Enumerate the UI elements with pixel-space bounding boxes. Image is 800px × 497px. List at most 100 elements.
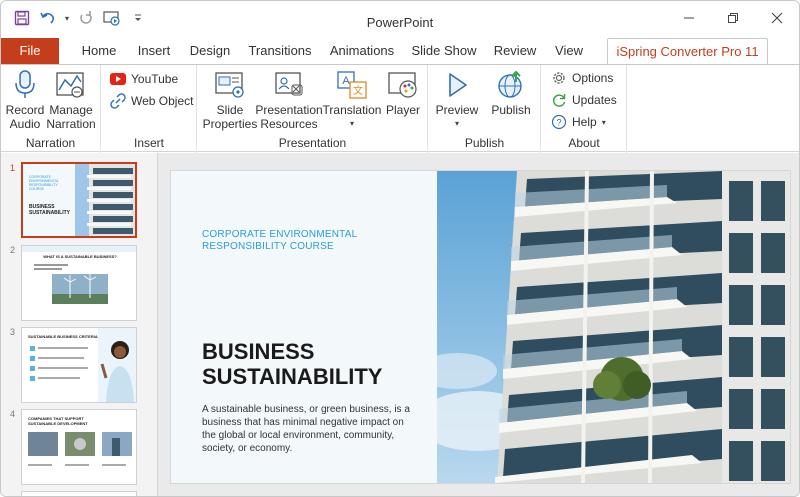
slide-thumbnails-pane[interactable]: 1 CORPORATE ENVIRONMENTAL RESPONSIBILITY… — [1, 153, 158, 496]
group-label-insert: Insert — [133, 136, 164, 150]
player-button[interactable]: Player — [382, 69, 424, 117]
current-slide[interactable]: CORPORATE ENVIRONMENTAL RESPONSIBILITY C… — [171, 171, 790, 483]
close-icon[interactable] — [769, 9, 785, 27]
thumb-3-person-image — [98, 328, 136, 402]
help-button[interactable]: ? Help ▾ — [551, 114, 606, 130]
tab-insert[interactable]: Insert — [135, 38, 173, 64]
workspace: 1 CORPORATE ENVIRONMENTAL RESPONSIBILITY… — [1, 153, 799, 496]
translation-dropdown-icon: ▾ — [349, 119, 354, 128]
group-label-presentation: Presentation — [278, 136, 347, 150]
slide-properties-label-line2: Properties — [202, 117, 258, 131]
thumb-number-4: 4 — [10, 409, 16, 419]
updates-button[interactable]: Updates — [551, 92, 617, 108]
slide-thumbnail-5[interactable] — [21, 491, 137, 496]
preview-button[interactable]: Preview ▾ — [433, 69, 481, 131]
options-button[interactable]: Options — [551, 70, 613, 86]
group-publish: Preview ▾ Publish Publish — [429, 65, 541, 153]
player-label: Player — [385, 103, 420, 117]
youtube-button[interactable]: YouTube — [110, 71, 178, 87]
refresh-icon — [551, 92, 567, 108]
slide-thumbnail-3[interactable]: SUSTAINABLE BUSINESS CRITERIA — [21, 327, 137, 403]
record-audio-button[interactable]: Record Audio — [5, 69, 45, 131]
building-photo[interactable] — [437, 171, 790, 483]
thumb-1-building-image — [75, 164, 135, 236]
thumb-number-2: 2 — [10, 245, 16, 255]
translation-icon: A文 — [336, 69, 368, 101]
link-icon — [110, 93, 126, 109]
group-label-narration: Narration — [25, 136, 76, 150]
group-insert: YouTube Web Object Insert — [102, 65, 197, 153]
svg-text:文: 文 — [353, 84, 363, 97]
slide-properties-icon — [214, 69, 246, 101]
tab-slide-show[interactable]: Slide Show — [411, 38, 477, 64]
preview-label: Preview — [435, 103, 479, 117]
svg-text:?: ? — [556, 118, 561, 128]
play-icon — [441, 69, 473, 101]
slide-properties-label-line1: Slide — [216, 103, 244, 117]
restore-icon[interactable] — [725, 9, 741, 27]
options-label: Options — [572, 71, 614, 85]
minimize-icon[interactable] — [681, 9, 697, 27]
app-title: PowerPoint — [366, 15, 434, 30]
tab-file[interactable]: File — [1, 38, 59, 64]
preview-dropdown-icon: ▾ — [454, 119, 459, 128]
record-label-line1: Record — [5, 103, 45, 117]
slide-properties-button[interactable]: Slide Properties — [202, 69, 258, 131]
help-icon: ? — [551, 114, 567, 130]
tab-transitions[interactable]: Transitions — [247, 38, 313, 64]
thumb-2-wind-turbines-image — [52, 274, 108, 304]
tab-review[interactable]: Review — [493, 38, 537, 64]
tab-design[interactable]: Design — [189, 38, 231, 64]
presentation-resources-icon — [273, 69, 305, 101]
thumb-1-title: BUSINESS SUSTAINABILITY — [29, 204, 71, 216]
manage-narration-icon — [55, 69, 87, 101]
slide-title[interactable]: BUSINESS SUSTAINABILITY — [202, 339, 432, 389]
group-narration: Record Audio Manage Narration Narration — [1, 65, 101, 153]
manage-narration-button[interactable]: Manage Narration — [45, 69, 97, 131]
youtube-icon — [110, 71, 126, 87]
thumb-3-title: SUSTAINABLE BUSINESS CRITERIA — [28, 334, 98, 339]
web-object-label: Web Object — [131, 94, 194, 108]
web-object-button[interactable]: Web Object — [110, 93, 193, 109]
slide-thumbnail-1[interactable]: CORPORATE ENVIRONMENTAL RESPONSIBILITY C… — [21, 162, 137, 238]
group-label-publish: Publish — [464, 136, 505, 150]
updates-label: Updates — [572, 93, 617, 107]
tab-animations[interactable]: Animations — [329, 38, 395, 64]
tab-home[interactable]: Home — [79, 38, 119, 64]
slide-subtitle[interactable]: CORPORATE ENVIRONMENTAL RESPONSIBILITY C… — [202, 229, 422, 253]
gear-icon — [551, 70, 567, 86]
slide-thumbnail-4[interactable]: COMPANIES THAT SUPPORT SUSTAINABLE DEVEL… — [21, 409, 137, 485]
presentation-resources-button[interactable]: Presentation Resources — [255, 69, 323, 131]
group-label-about: About — [568, 136, 600, 150]
translation-button[interactable]: A文 Translation ▾ — [322, 69, 382, 131]
manage-label-line2: Narration — [46, 117, 96, 131]
presentation-resources-label-line2: Resources — [260, 117, 318, 131]
record-label-line2: Audio — [9, 117, 41, 131]
thumb-2-title: WHAT IS A SUSTAINABLE BUSINESS? — [43, 254, 117, 259]
powerpoint-window: ▾ PowerPoint File Home Insert Design Tra… — [0, 0, 800, 497]
slide-title-line1: BUSINESS — [202, 339, 315, 364]
slide-thumbnail-2[interactable]: WHAT IS A SUSTAINABLE BUSINESS? — [21, 245, 137, 321]
slide-title-line2: SUSTAINABILITY — [202, 364, 383, 389]
slide-body-text[interactable]: A sustainable business, or green busines… — [202, 403, 412, 455]
slide-editing-area: CORPORATE ENVIRONMENTAL RESPONSIBILITY C… — [159, 153, 799, 496]
slide-text-panel: CORPORATE ENVIRONMENTAL RESPONSIBILITY C… — [171, 171, 437, 483]
publish-button[interactable]: Publish — [487, 69, 535, 117]
thumb-4-company-images — [28, 432, 132, 456]
presentation-resources-label-line1: Presentation — [255, 103, 323, 117]
translation-label: Translation — [322, 103, 382, 117]
tab-view[interactable]: View — [553, 38, 585, 64]
thumb-4-title: COMPANIES THAT SUPPORT SUSTAINABLE DEVEL… — [28, 416, 88, 426]
publish-label: Publish — [491, 103, 531, 117]
manage-label-line1: Manage — [49, 103, 93, 117]
ribbon-tabs: File Home Insert Design Transitions Anim… — [1, 38, 799, 65]
publish-globe-icon — [495, 69, 527, 101]
thumb-number-1: 1 — [10, 163, 16, 173]
youtube-label: YouTube — [131, 72, 179, 86]
help-dropdown-icon: ▾ — [601, 117, 606, 127]
thumb-number-3: 3 — [10, 327, 16, 337]
svg-text:A: A — [342, 75, 350, 87]
group-about: Options Updates ? Help ▾ About — [542, 65, 627, 153]
tab-ispring-converter[interactable]: iSpring Converter Pro 11 — [607, 38, 768, 65]
ribbon: Record Audio Manage Narration Narration … — [1, 64, 799, 153]
